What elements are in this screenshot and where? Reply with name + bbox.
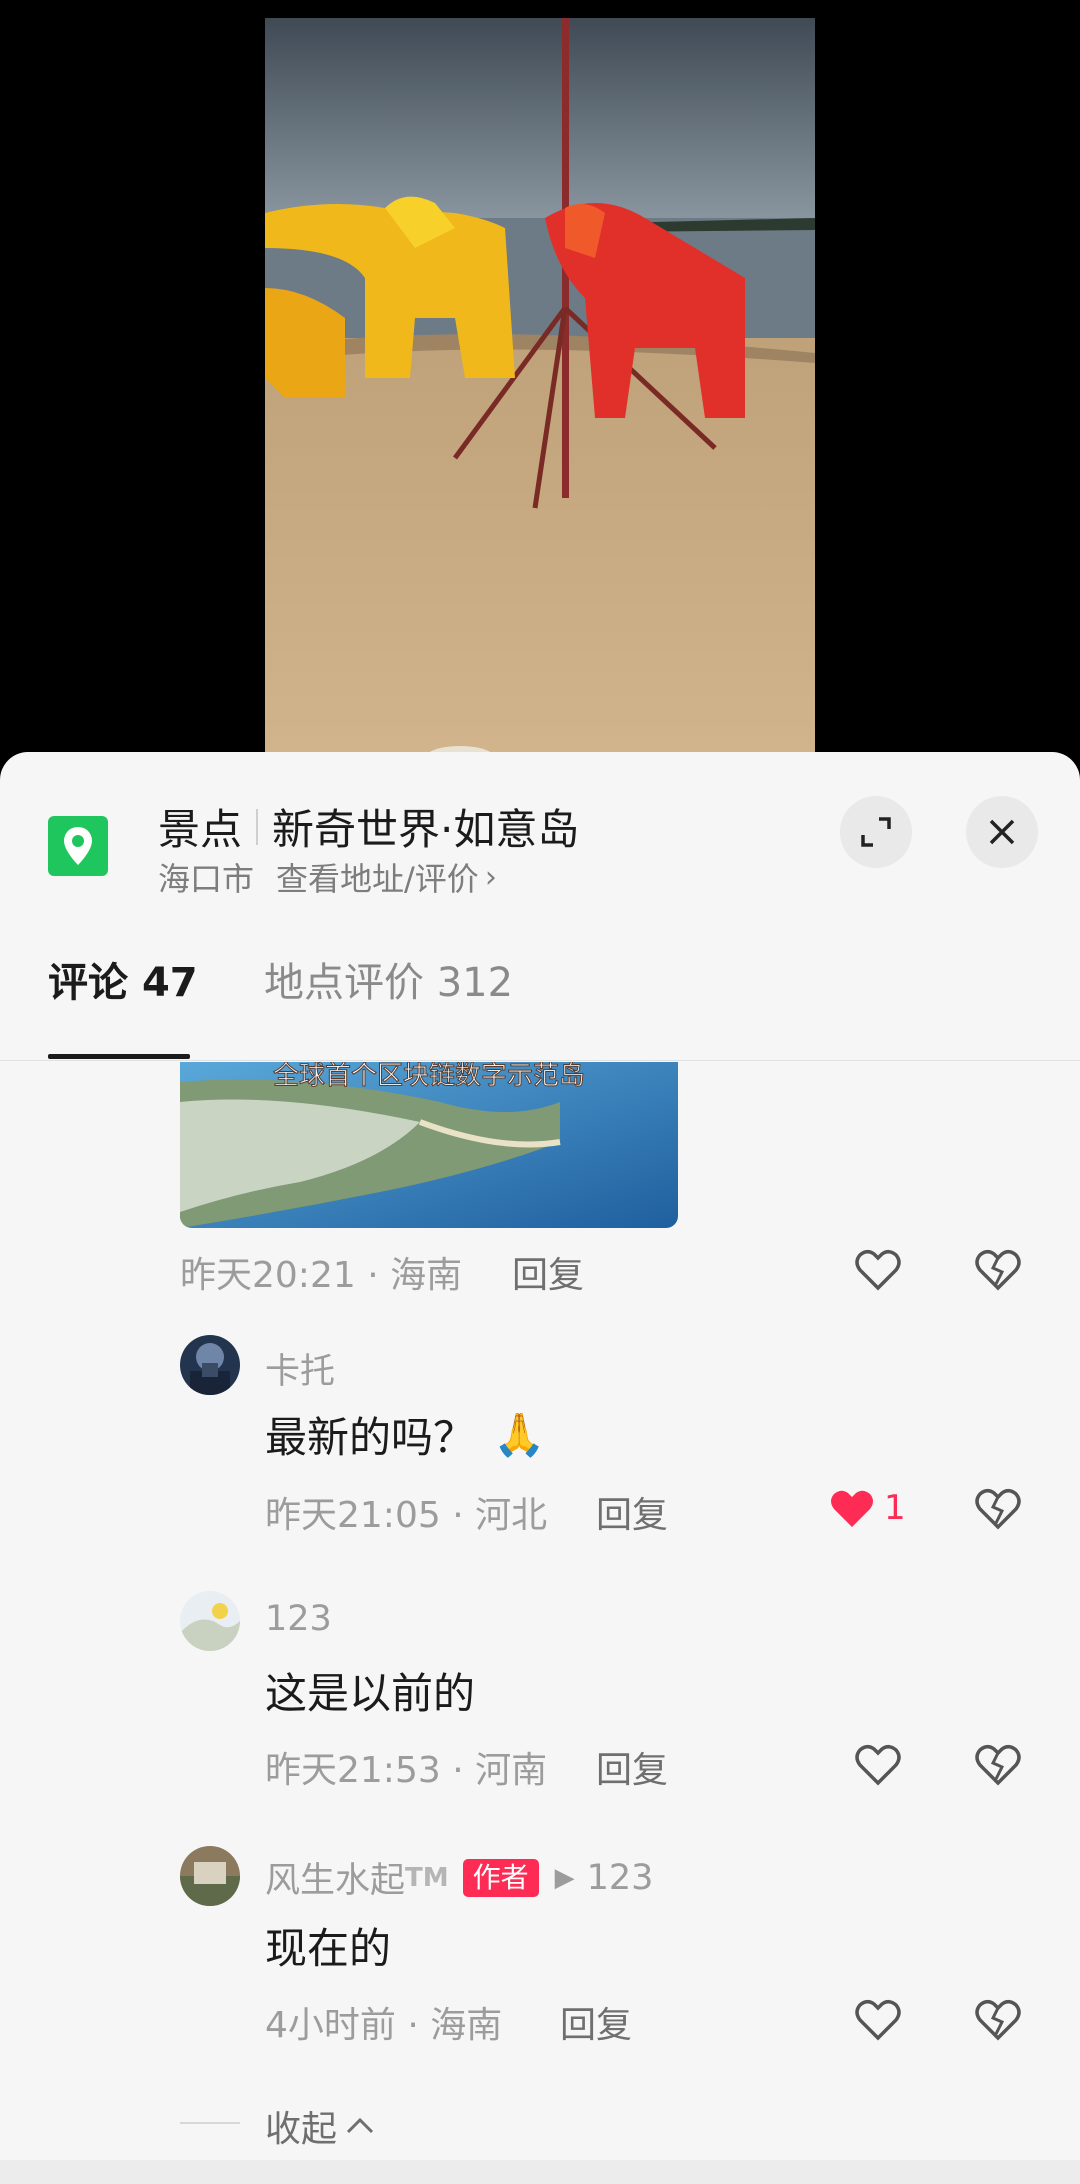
place-city: 海口市 (158, 860, 255, 898)
reply-to-username[interactable]: 123 (587, 1858, 654, 1898)
close-icon (989, 819, 1015, 845)
comment-username[interactable]: 卡托 (265, 1343, 335, 1394)
comment-time: 4小时前 (265, 2005, 396, 2046)
collapse-replies-button[interactable]: 收起 (265, 2100, 377, 2152)
tab-bar: 评论 47 地点评价 312 (0, 950, 1080, 1060)
comment-username[interactable]: 风生水起 (265, 1852, 405, 1903)
comment-location: 河北 (475, 1495, 548, 1536)
comment-meta: 昨天21:53 · 河南 (265, 1750, 548, 1791)
comment-text: 现在的 (265, 1924, 392, 1973)
active-tab-indicator (48, 1054, 190, 1059)
pray-emoji: 🙏 (493, 1409, 546, 1459)
avatar[interactable] (180, 1335, 240, 1395)
location-pin-icon (48, 816, 108, 876)
comment-text-body: 最新的吗？ (265, 1413, 476, 1462)
bottom-bar (0, 2160, 1080, 2184)
video-frame (265, 18, 815, 758)
comment-username-row: 风生水起 TM 作者 ▶ 123 (265, 1852, 653, 1903)
collapse-divider (180, 2122, 240, 2124)
comment-meta: 4小时前 · 海南 (265, 2005, 503, 2046)
dislike-icon[interactable] (972, 1994, 1024, 2046)
dislike-icon[interactable] (972, 1483, 1024, 1535)
comment-text: 最新的吗？ 🙏 (265, 1404, 545, 1465)
chevron-right-icon: › (484, 859, 497, 895)
tab-comments-label: 评论 (48, 960, 128, 1006)
reply-button[interactable]: 回复 (596, 1741, 668, 1793)
comment-time: 昨天20:21 (180, 1255, 356, 1296)
comment-image[interactable]: 全球首个区块链数字示范岛 (180, 1062, 678, 1228)
dislike-icon[interactable] (972, 1739, 1024, 1791)
place-subtitle: 海口市 查看地址/评价 › (158, 854, 497, 900)
place-category: 景点 (158, 805, 243, 854)
tab-reviews-count: 312 (436, 960, 514, 1006)
dislike-icon[interactable] (972, 1244, 1024, 1296)
close-button[interactable] (966, 796, 1038, 868)
comment-username[interactable]: 123 (265, 1599, 332, 1639)
heart-outline-icon[interactable] (852, 1739, 904, 1791)
place-title[interactable]: 景点 新奇世界·如意岛 (158, 796, 579, 857)
tab-reviews-label: 地点评价 (264, 960, 424, 1006)
comment-location: 河南 (475, 1750, 548, 1791)
avatar[interactable] (180, 1846, 240, 1906)
comment-image-caption: 全球首个区块链数字示范岛 (273, 1062, 585, 1091)
heart-outline-icon[interactable] (852, 1994, 904, 2046)
expand-button[interactable] (840, 796, 912, 868)
place-name: 新奇世界·如意岛 (272, 805, 580, 854)
tab-comments-count: 47 (141, 960, 198, 1006)
comment-time: 昨天21:53 (265, 1750, 441, 1791)
comment-text: 这是以前的 (265, 1669, 476, 1718)
title-separator (256, 808, 259, 845)
avatar[interactable] (180, 1591, 240, 1651)
like-count: 1 (884, 1488, 906, 1528)
comment-location: 海南 (390, 1255, 463, 1296)
collapse-label: 收起 (265, 2109, 338, 2150)
reply-to-arrow-icon: ▶ (554, 1862, 575, 1893)
comment-meta: 昨天21:05 · 河北 (265, 1495, 548, 1536)
tab-place-reviews[interactable]: 地点评价 312 (264, 950, 513, 1008)
heart-outline-icon[interactable] (852, 1244, 904, 1296)
tab-comments[interactable]: 评论 47 (48, 950, 198, 1008)
reply-button[interactable]: 回复 (596, 1486, 668, 1538)
heart-filled-icon[interactable] (826, 1483, 878, 1535)
reply-button[interactable]: 回复 (560, 1996, 632, 2048)
expand-icon (861, 817, 891, 847)
chevron-up-icon (346, 2117, 374, 2134)
comments-sheet: 景点 新奇世界·如意岛 海口市 查看地址/评价 › 评论 47 地点评价 312 (0, 752, 1080, 2184)
view-address-link[interactable]: 查看地址/评价 (276, 854, 479, 900)
reply-button[interactable]: 回复 (512, 1246, 584, 1298)
video-player[interactable] (265, 18, 815, 758)
tabs-divider (0, 1060, 1080, 1061)
author-badge: 作者 (462, 1858, 539, 1897)
comment-meta: 昨天20:21 · 海南 (180, 1255, 463, 1296)
comment-location: 海南 (430, 2005, 503, 2046)
comment-time: 昨天21:05 (265, 1495, 441, 1536)
username-suffix: TM (405, 1862, 449, 1893)
